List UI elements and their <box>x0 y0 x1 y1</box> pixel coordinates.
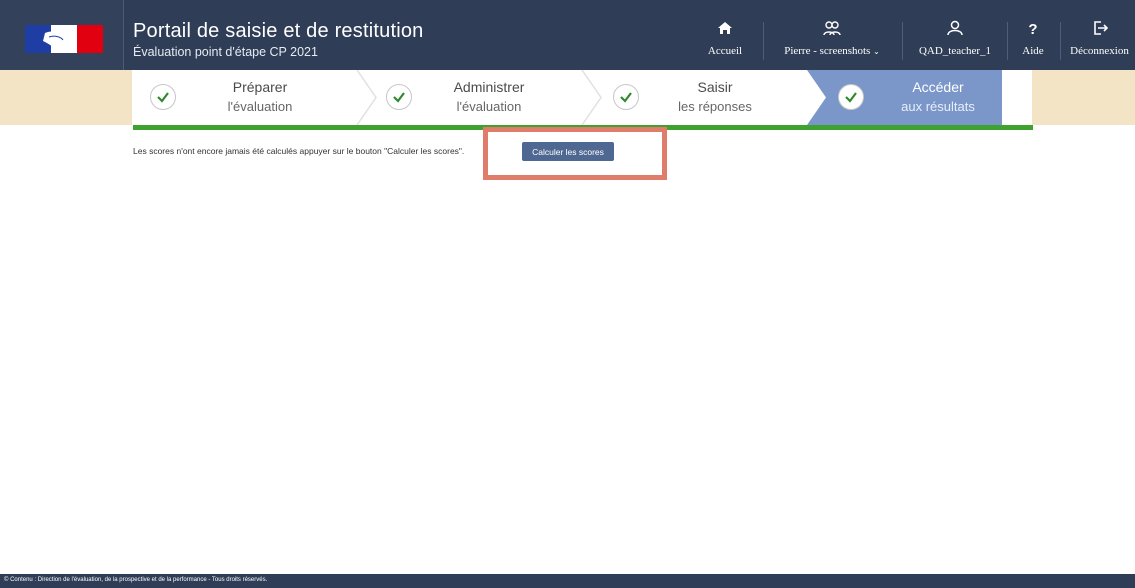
user-icon <box>947 20 963 36</box>
checkmark-icon <box>620 92 632 103</box>
calculate-scores-button[interactable]: Calculer les scores <box>522 142 614 161</box>
chevron-down-icon: ⌄ <box>873 47 880 56</box>
checkmark-icon <box>393 92 405 103</box>
step-preparer[interactable]: Préparer l'évaluation <box>205 79 315 114</box>
help-icon: ? <box>1028 21 1037 38</box>
nav-user[interactable]: QAD_teacher_1 <box>910 16 1000 64</box>
logo-area[interactable] <box>0 0 124 70</box>
step-title: Préparer <box>232 79 288 95</box>
nav-user-label: QAD_teacher_1 <box>918 45 992 57</box>
step-saisir[interactable]: Saisir les réponses <box>665 79 765 114</box>
step-2-check <box>386 84 412 110</box>
step-administrer[interactable]: Administrer l'évaluation <box>434 79 544 114</box>
nav-school-label: Pierre - screenshots <box>784 45 871 57</box>
app-subtitle: Évaluation point d'étape CP 2021 <box>133 45 318 59</box>
step-subtitle: les réponses <box>678 99 752 114</box>
nav-divider <box>1060 22 1061 60</box>
checkmark-icon <box>845 92 857 103</box>
step-4-check <box>838 84 864 110</box>
step-1-check <box>150 84 176 110</box>
footer: © Contenu : Direction de l'évaluation, d… <box>0 574 1135 588</box>
nav-school-selector[interactable]: Pierre - screenshots ⌄ <box>768 16 896 64</box>
step-title: Accéder <box>912 79 964 95</box>
progress-stepper: Préparer l'évaluation Administrer l'éval… <box>0 70 1135 125</box>
nav-logout-label: Déconnexion <box>1070 45 1129 57</box>
checkmark-icon <box>157 92 169 103</box>
step-title: Saisir <box>697 79 733 95</box>
nav-home-label: Accueil <box>707 45 743 57</box>
nav-divider <box>1007 22 1008 60</box>
step-acceder[interactable]: Accéder aux résultats <box>883 79 993 114</box>
step-subtitle: aux résultats <box>901 99 975 114</box>
footer-copyright: © Contenu : Direction de l'évaluation, d… <box>4 577 268 583</box>
group-icon <box>823 21 841 36</box>
step-title: Administrer <box>453 79 525 95</box>
app-title: Portail de saisie et de restitution <box>133 20 424 42</box>
nav-logout[interactable]: Déconnexion <box>1064 16 1135 64</box>
nav-home[interactable]: Accueil <box>700 16 750 64</box>
step-subtitle: l'évaluation <box>227 99 293 114</box>
nav-divider <box>763 22 764 60</box>
scores-message: Les scores n'ont encore jamais été calcu… <box>133 146 465 156</box>
step-subtitle: l'évaluation <box>456 99 522 114</box>
logout-icon <box>1093 21 1108 35</box>
marianne-logo <box>25 25 103 53</box>
nav-divider <box>902 22 903 60</box>
nav-help-label: Aide <box>1022 45 1044 57</box>
app-header: Portail de saisie et de restitution Éval… <box>0 0 1135 70</box>
nav-help[interactable]: ? Aide <box>1013 16 1053 64</box>
svg-text:?: ? <box>1028 21 1037 38</box>
home-icon <box>718 22 732 34</box>
step-3-check <box>613 84 639 110</box>
